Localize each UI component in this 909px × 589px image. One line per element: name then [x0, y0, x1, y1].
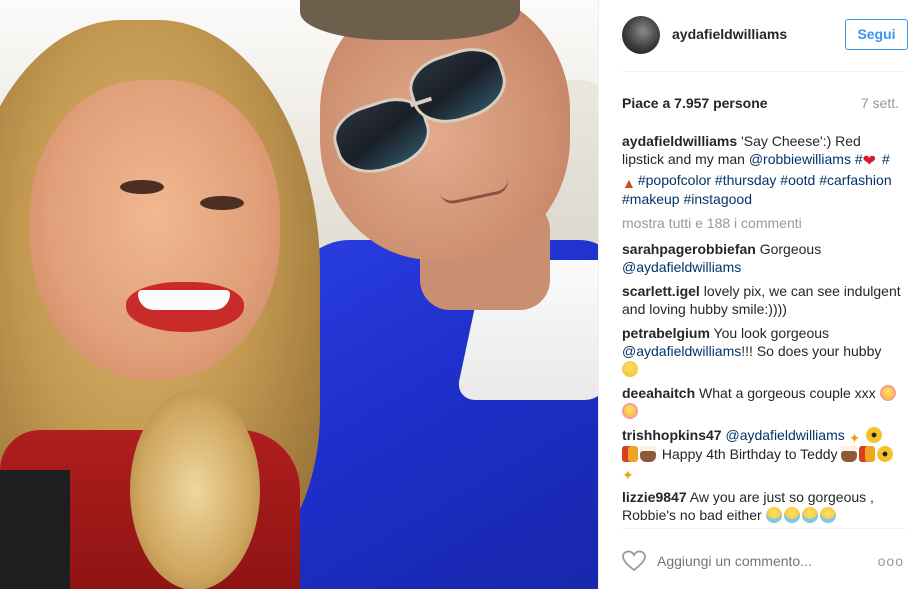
add-comment-input[interactable]	[657, 553, 857, 569]
profile-avatar[interactable]	[622, 16, 660, 54]
comment: petrabelgium You look gorgeous @aydafiel…	[622, 324, 902, 378]
comment-username[interactable]: trishhopkins47	[622, 427, 722, 443]
woman-face	[30, 80, 280, 380]
bee-emoji-icon	[877, 446, 894, 462]
comment: scarlett.igel lovely pix, we can see ind…	[622, 282, 902, 318]
red-heart-icon: ❤	[862, 153, 877, 170]
footer-divider	[622, 528, 905, 529]
comment-text: What a gorgeous couple xxx	[699, 385, 876, 401]
comment-footer: ooo	[599, 535, 909, 589]
woman-hair-curl	[130, 390, 260, 589]
hashtag-instagood[interactable]: #instagood	[683, 191, 752, 207]
laughing-emoji-icon	[819, 507, 836, 523]
comment-text-after: !!! So does your hubby	[741, 343, 882, 359]
heart-outline-icon[interactable]	[622, 550, 646, 572]
laughing-emoji-icon	[765, 507, 782, 523]
comment: lizzie9847 Aw you are just so gorgeous ,…	[622, 488, 902, 524]
post-header: aydafieldwilliams Segui	[599, 0, 909, 71]
party-popper-icon: ✦	[622, 467, 634, 483]
comment-text: You look gorgeous	[713, 325, 830, 341]
post-side-panel: aydafieldwilliams Segui Piace a 7.957 pe…	[598, 0, 909, 589]
likes-count[interactable]: Piace a 7.957 persone	[622, 95, 768, 111]
comment-text: Happy 4th Birthday to Teddy	[661, 446, 838, 462]
comment-username[interactable]: lizzie9847	[622, 489, 687, 505]
laughing-emoji-icon	[783, 507, 800, 523]
hashtag-popofcolor[interactable]: #popofcolor	[638, 172, 711, 188]
more-dots-icon[interactable]: ooo	[878, 553, 904, 569]
instagram-post: aydafieldwilliams Segui Piace a 7.957 pe…	[0, 0, 909, 589]
header-username[interactable]: aydafieldwilliams	[672, 26, 787, 42]
caption-username[interactable]: aydafieldwilliams	[622, 133, 737, 149]
lipstick-icon: ▲	[622, 175, 636, 191]
laughing-emoji-icon	[801, 507, 818, 523]
hashtag-carfashion[interactable]: #carfashion	[819, 172, 891, 188]
caption-mention[interactable]: @robbiewilliams	[749, 151, 851, 167]
hashtag-makeup[interactable]: #makeup	[622, 191, 680, 207]
show-all-comments-link[interactable]: mostra tutti e 188 i commenti	[622, 214, 902, 232]
comment: sarahpagerobbiefan Gorgeous @aydafieldwi…	[622, 240, 902, 276]
post-photo[interactable]	[0, 0, 598, 589]
comment-username[interactable]: scarlett.igel	[622, 283, 700, 299]
dark-coat	[0, 470, 70, 589]
gift-emoji-icon	[859, 446, 876, 462]
comment-mention[interactable]: @aydafieldwilliams	[622, 259, 741, 275]
comment: deeahaitch What a gorgeous couple xxx	[622, 384, 902, 420]
comment-mention[interactable]: @aydafieldwilliams	[725, 427, 844, 443]
comments-list: aydafieldwilliams 'Say Cheese':) Red lip…	[622, 132, 902, 530]
kiss-emoji-icon	[622, 403, 638, 419]
comment-username[interactable]: deeahaitch	[622, 385, 695, 401]
hash-prefix-1[interactable]: #	[855, 151, 863, 167]
party-popper-icon: ✦	[848, 430, 861, 446]
comment-mention[interactable]: @aydafieldwilliams	[622, 343, 741, 359]
woman-eye-right	[200, 196, 244, 210]
caption: aydafieldwilliams 'Say Cheese':) Red lip…	[622, 132, 902, 208]
wink-emoji-icon	[622, 361, 638, 377]
comment: trishhopkins47 @aydafieldwilliams ✦ Happ…	[622, 426, 902, 483]
follow-button[interactable]: Segui	[845, 19, 908, 50]
hash-prefix-2[interactable]: #	[882, 151, 890, 167]
comment-text: Gorgeous	[759, 241, 822, 257]
comment-username[interactable]: petrabelgium	[622, 325, 710, 341]
header-divider	[622, 71, 905, 72]
hashtag-ootd[interactable]: #ootd	[780, 172, 815, 188]
cake-emoji-icon	[640, 446, 656, 462]
kiss-emoji-icon	[879, 385, 896, 401]
comment-username[interactable]: sarahpagerobbiefan	[622, 241, 756, 257]
gift-emoji-icon	[622, 446, 638, 462]
woman-eye-left	[120, 180, 164, 194]
bee-emoji-icon	[866, 427, 883, 443]
post-time[interactable]: 7 sett.	[861, 95, 899, 111]
cake-emoji-icon	[841, 446, 858, 462]
hashtag-thursday[interactable]: #thursday	[715, 172, 776, 188]
teeth	[138, 290, 230, 310]
